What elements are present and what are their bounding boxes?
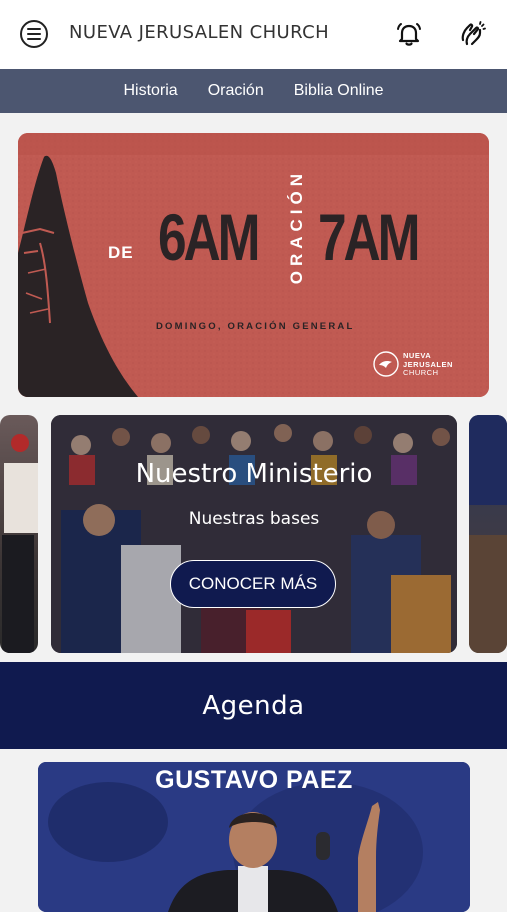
event-speaker-name: GUSTAVO PAEZ bbox=[155, 766, 353, 794]
card-subtitle: Nuestras bases bbox=[188, 509, 320, 529]
agenda-title: Agenda bbox=[202, 690, 305, 721]
banner-start-time: 6AM bbox=[158, 200, 260, 274]
prayer-banner[interactable]: DE 6AM ORACIÓN 7AM DOMINGO, ORACIÓN GENE… bbox=[18, 133, 489, 397]
carousel-next-card[interactable] bbox=[469, 415, 507, 653]
event-card[interactable]: GUSTAVO PAEZ bbox=[38, 762, 470, 912]
menu-button[interactable] bbox=[20, 20, 48, 48]
nav-item-oracion[interactable]: Oración bbox=[208, 82, 264, 100]
praying-hands-icon[interactable] bbox=[458, 20, 486, 48]
banner-subtitle: DOMINGO, ORACIÓN GENERAL bbox=[156, 321, 355, 332]
agenda-section-header: Agenda bbox=[0, 662, 507, 749]
menu-icon bbox=[27, 28, 41, 40]
carousel-prev-card[interactable] bbox=[0, 415, 38, 653]
nav-item-historia[interactable]: Historia bbox=[123, 82, 177, 100]
card-title: Nuestro Ministerio bbox=[135, 459, 373, 489]
event-photo bbox=[469, 415, 507, 653]
banner-oracion-label: ORACIÓN bbox=[287, 169, 306, 284]
top-nav: Historia Oración Biblia Online bbox=[0, 69, 507, 113]
logo-text: NUEVA JERUSALEN CHURCH bbox=[403, 351, 453, 377]
banner-end-time: 7AM bbox=[318, 200, 420, 274]
learn-more-button[interactable]: CONOCER MÁS bbox=[170, 560, 336, 608]
bell-icon[interactable] bbox=[395, 20, 423, 48]
crowd-photo bbox=[2, 434, 38, 653]
ministry-card[interactable]: Nuestro Ministerio Nuestras bases CONOCE… bbox=[51, 415, 457, 653]
app-title: NUEVA JERUSALEN CHURCH bbox=[69, 22, 330, 43]
dove-logo-icon bbox=[373, 351, 399, 377]
church-logo: NUEVA JERUSALEN CHURCH bbox=[373, 351, 463, 381]
app-header: NUEVA JERUSALEN CHURCH bbox=[0, 0, 507, 70]
nav-item-biblia-online[interactable]: Biblia Online bbox=[294, 82, 384, 100]
banner-prefix: DE bbox=[108, 243, 134, 262]
card-overlay bbox=[51, 415, 457, 653]
